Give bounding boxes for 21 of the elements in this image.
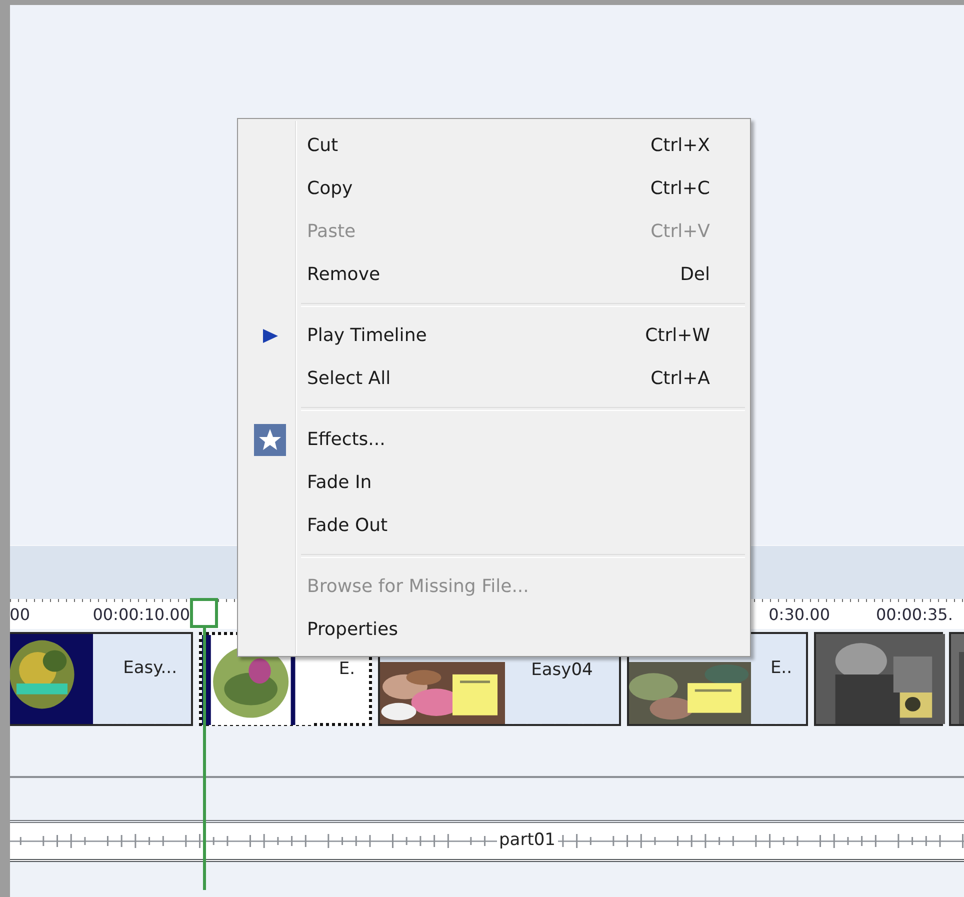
menu-item[interactable]: Play Timeline Ctrl+W	[241, 314, 747, 357]
playhead[interactable]	[190, 598, 218, 890]
audio-clip-label: part01	[497, 830, 558, 850]
time-label: 00	[10, 604, 30, 624]
time-label: 0:30.00	[768, 604, 830, 624]
menu-item[interactable]: Cut Ctrl+X	[241, 124, 747, 167]
clip-label: Easy...	[122, 657, 178, 680]
menu-item[interactable]: Fade In	[241, 461, 747, 504]
menu-item[interactable]: Fade Out	[241, 504, 747, 547]
video-clip[interactable]: Easy...	[10, 632, 193, 726]
clip-label: Easy04	[530, 659, 594, 682]
clip-label: E..	[769, 657, 793, 680]
menu-item[interactable]: Remove Del	[241, 253, 747, 296]
clip-label: E.	[338, 658, 356, 681]
play-icon	[261, 326, 279, 344]
time-label: 00:00:35.	[876, 604, 953, 624]
menu-item[interactable]: Copy Ctrl+C	[241, 167, 747, 210]
menu-item[interactable]: Effects...	[241, 418, 747, 461]
menu-item[interactable]: Select All Ctrl+A	[241, 357, 747, 400]
time-label: 00:00:10.00	[92, 604, 190, 624]
audio-track[interactable]: part01	[10, 823, 964, 862]
